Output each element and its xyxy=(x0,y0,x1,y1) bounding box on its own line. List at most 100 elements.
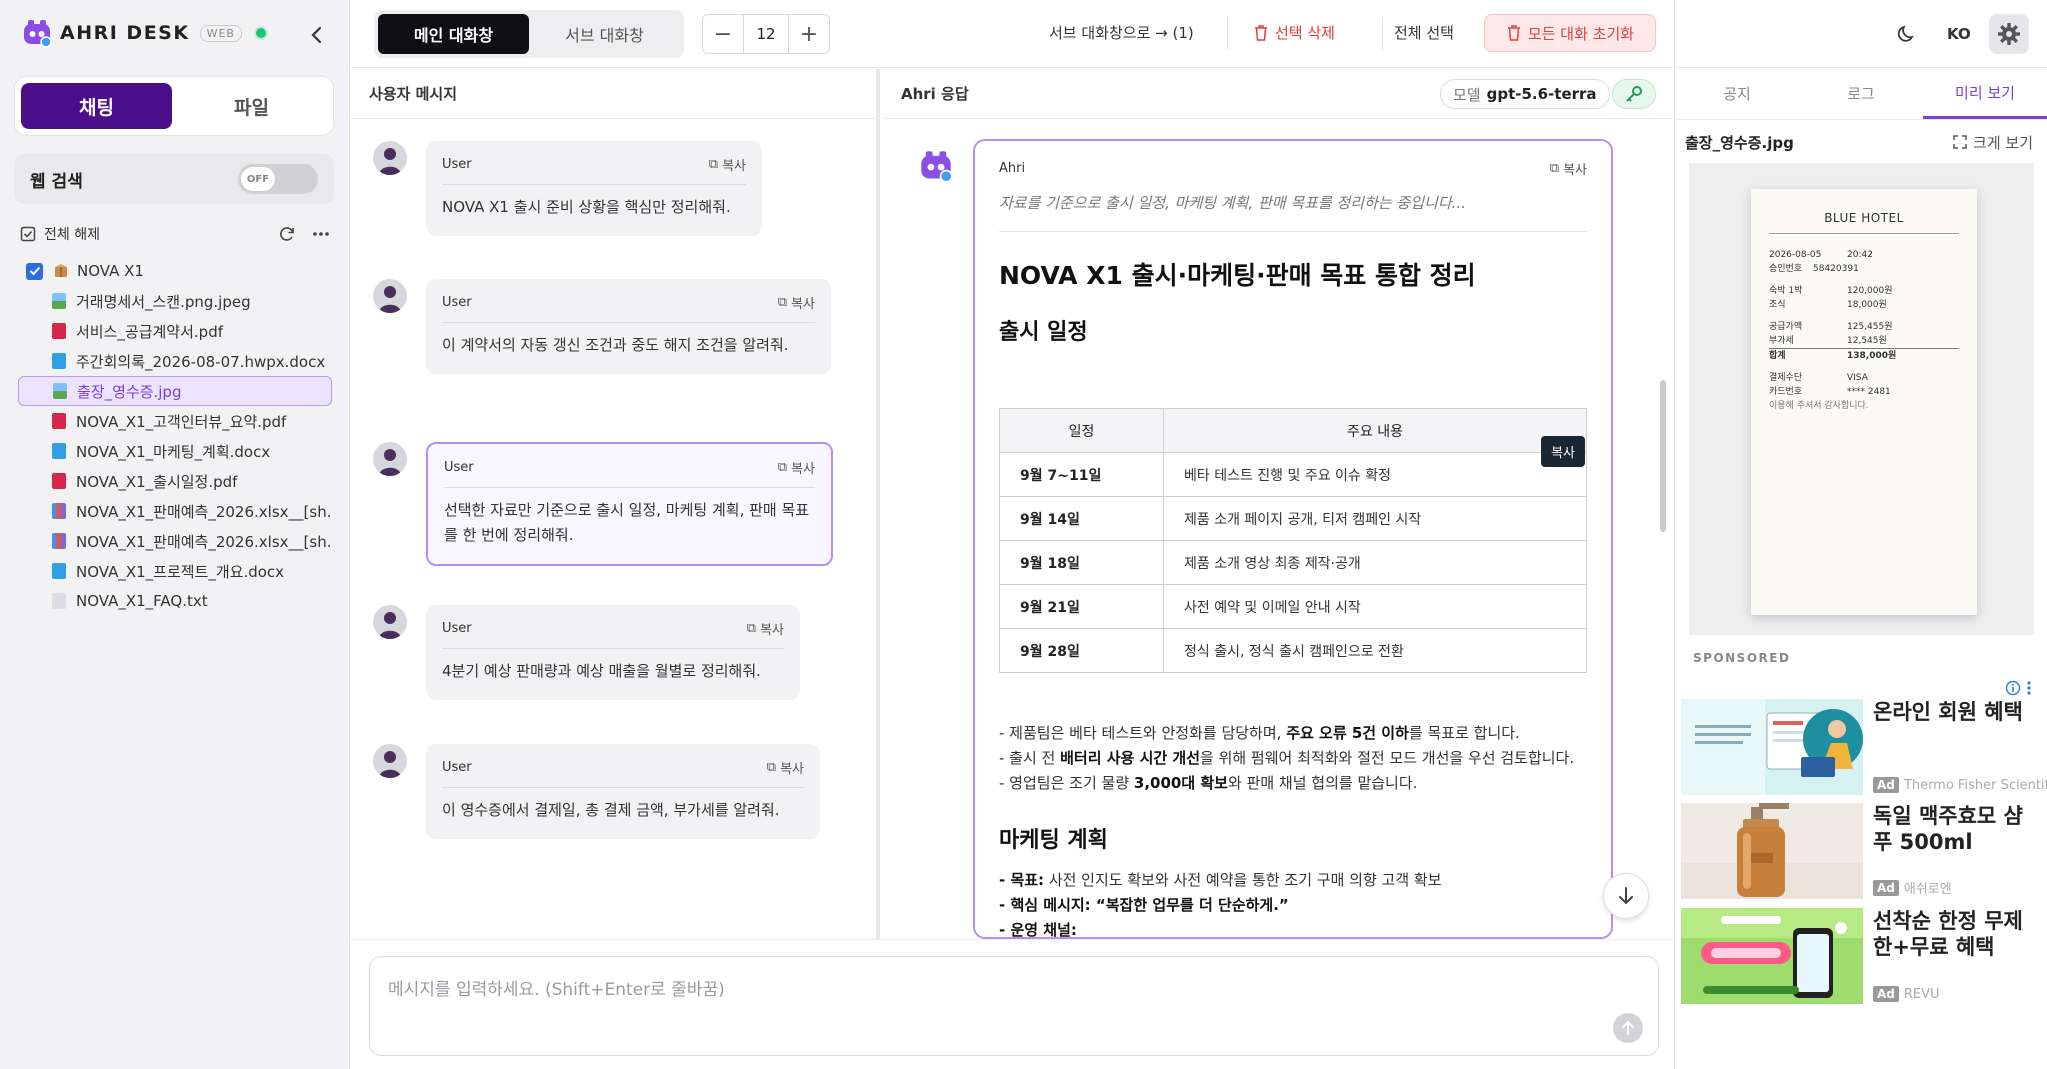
bullet-item: - 목표: 사전 인지도 확보와 사전 예약을 통한 조기 구매 의향 고객 확… xyxy=(999,871,1442,889)
message-bubble[interactable]: User ⧉ 복사 NOVA X1 출시 준비 상황을 핵심만 정리해줘. xyxy=(426,141,762,236)
tree-file[interactable]: NOVA_X1_고객인터뷰_요약.pdf xyxy=(18,406,332,436)
copy-button[interactable]: ⧉ 복사 xyxy=(747,619,784,638)
marketing-notes: - 목표: 사전 인지도 확보와 사전 예약을 통한 조기 구매 의향 고객 확… xyxy=(999,868,1587,939)
tab-main-conversation[interactable]: 메인 대화창 xyxy=(378,14,529,54)
copy-button[interactable]: ⧉ 복사 xyxy=(709,155,746,174)
copy-label: 복사 xyxy=(791,462,815,477)
ad-item[interactable]: 온라인 회원 혜택 Ad Thermo Fisher Scientific xyxy=(1681,699,2047,795)
collapse-sidebar-button[interactable] xyxy=(304,22,330,48)
copy-button[interactable]: ⧉ 복사 xyxy=(778,293,815,312)
checkbox-checked-icon[interactable] xyxy=(26,262,43,280)
sidebar: AHRI DESK WEB 채팅 파일 웹 검색 OFF 전체 해제 NOVA … xyxy=(0,0,350,1069)
ad-source: 애쉬로엔 xyxy=(1903,882,1952,897)
copy-icon: ⧉ xyxy=(708,157,719,172)
tree-root-nova-x1[interactable]: NOVA X1 xyxy=(18,256,332,286)
image-file-icon xyxy=(53,383,67,399)
package-icon xyxy=(53,263,77,279)
bullet-item: - 운영 채널: xyxy=(999,921,1077,939)
bullet-item: - 제품팀은 베타 테스트와 안정화를 담당하며, 주요 오류 5건 이하를 목… xyxy=(999,724,1520,742)
ahri-logo-icon xyxy=(22,18,52,48)
table-cell: 9월 28일 xyxy=(999,628,1164,673)
message-bubble[interactable]: User ⧉ 복사 4분기 예상 판매량과 예상 매출을 월별로 정리해줘. xyxy=(426,605,800,700)
deselect-all-button[interactable]: 전체 해제 xyxy=(44,224,100,244)
copy-button[interactable]: ⧉ 복사 xyxy=(1550,159,1587,178)
tab-log[interactable]: 로그 xyxy=(1799,68,1923,119)
tab-preview[interactable]: 미리 보기 xyxy=(1923,68,2047,119)
ai-response-pane: Ahri 응답 모델 gpt-5.6-terra Ahri ⧉ 복사 자료를 기준… xyxy=(883,69,1673,939)
file-name: 서비스_공급계약서.pdf xyxy=(76,322,223,341)
checklist-icon xyxy=(20,226,36,242)
user-message: User ⧉ 복사 NOVA X1 출시 준비 상황을 핵심만 정리해줘. xyxy=(373,141,762,236)
trash-icon xyxy=(1506,24,1528,42)
right-panel: KO 공지 로그 미리 보기 출장_영수증.jpg 크게 보기 BLUE HOT… xyxy=(1674,0,2047,1069)
user-avatar-icon xyxy=(373,141,407,175)
select-all-button[interactable]: 전체 선택 xyxy=(1394,22,1454,43)
mode-file-button[interactable]: 파일 xyxy=(176,83,327,129)
api-key-button[interactable] xyxy=(1612,79,1656,109)
tree-file[interactable]: 서비스_공급계약서.pdf xyxy=(18,316,332,346)
ad-source: REVU xyxy=(1903,986,1940,1002)
user-message: User ⧉ 복사 4분기 예상 판매량과 예상 매출을 월별로 정리해줘. xyxy=(373,605,800,700)
minus-button[interactable]: − xyxy=(703,15,743,53)
table-copy-button[interactable]: 복사 xyxy=(1541,436,1585,467)
image-preview[interactable]: BLUE HOTEL 2026-08-05 20:42 승인번호 58420391 … xyxy=(1689,163,2034,635)
send-to-sub-button[interactable]: 서브 대화창으로 → (1) xyxy=(1049,22,1194,43)
ai-response-card[interactable]: Ahri ⧉ 복사 자료를 기준으로 출시 일정, 마케팅 계획, 판매 목표를 … xyxy=(973,139,1613,939)
web-search-row: 웹 검색 OFF xyxy=(14,154,334,204)
table-cell: 정식 출시, 정식 출시 캠페인으로 전환 xyxy=(1163,628,1587,673)
tree-file[interactable]: NOVA_X1_마케팅_계획.docx xyxy=(18,436,332,466)
tree-file[interactable]: 주간회의록_2026-08-07.hwpx.docx xyxy=(18,346,332,376)
enlarge-label: 크게 보기 xyxy=(1973,133,2033,152)
web-search-toggle[interactable]: OFF xyxy=(238,164,318,194)
message-bubble[interactable]: User ⧉ 복사 이 영수증에서 결제일, 총 결제 금액, 부가세를 알려줘. xyxy=(426,744,820,839)
scroll-to-bottom-button[interactable] xyxy=(1603,873,1649,919)
receipt-image: BLUE HOTEL 2026-08-05 20:42 승인번호 58420391 … xyxy=(1751,189,1977,615)
send-button[interactable] xyxy=(1613,1013,1643,1043)
more-options-icon[interactable] xyxy=(312,231,330,237)
message-bubble[interactable]: User ⧉ 복사 이 계약서의 자동 갱신 조건과 중도 해지 조건을 알려줘. xyxy=(426,279,831,374)
tree-file[interactable]: NOVA_X1_FAQ.txt xyxy=(18,586,332,616)
tree-file[interactable]: NOVA_X1_프로젝트_개요.docx xyxy=(18,556,332,586)
model-selector[interactable]: 모델 gpt-5.6-terra xyxy=(1440,79,1610,109)
tree-file[interactable]: 거래명세서_스캔.png.jpeg xyxy=(18,286,332,316)
stepper-value[interactable]: 12 xyxy=(743,15,789,53)
message-input[interactable]: 메시지를 입력하세요. (Shift+Enter로 줄바꿈) xyxy=(369,956,1659,1056)
delete-selected-button[interactable]: 선택 삭제 xyxy=(1253,22,1335,43)
message-bubble-selected[interactable]: User ⧉ 복사 선택한 자료만 기준으로 출시 일정, 마케팅 계획, 판매 목… xyxy=(426,442,833,566)
language-button[interactable]: KO xyxy=(1947,25,1971,43)
tab-sub-conversation[interactable]: 서브 대화창 xyxy=(529,14,680,54)
tree-file-selected[interactable]: 출장_영수증.jpg xyxy=(18,376,332,406)
settings-button[interactable] xyxy=(1989,14,2029,54)
tree-file[interactable]: NOVA_X1_판매예측_2026.xlsx__[sh... xyxy=(18,526,332,556)
receipt-line: 숙박 1박 120,000원 xyxy=(1769,286,1893,296)
tree-file[interactable]: NOVA_X1_출시일정.pdf xyxy=(18,466,332,496)
user-message: User ⧉ 복사 이 계약서의 자동 갱신 조건과 중도 해지 조건을 알려줘. xyxy=(373,279,831,374)
arrow-up-icon xyxy=(1622,1020,1634,1035)
info-icon[interactable] xyxy=(2005,680,2021,696)
ad-item[interactable]: 선착순 한정 무제한+무료 혜택 Ad REVU xyxy=(1681,908,2041,1004)
app-badge: WEB xyxy=(199,24,242,42)
tab-notice[interactable]: 공지 xyxy=(1675,68,1799,119)
tree-file[interactable]: NOVA_X1_판매예측_2026.xlsx__[sh... xyxy=(18,496,332,526)
plus-button[interactable]: + xyxy=(789,15,829,53)
gear-icon xyxy=(1998,23,2020,45)
ad-menu-icon[interactable] xyxy=(2027,681,2031,695)
user-message-pane: 사용자 메시지 User ⧉ 복사 NOVA X1 출시 준비 상황을 핵심만 정리… xyxy=(351,69,880,939)
table-row: 9월 7~11일 베타 테스트 진행 및 주요 이슈 확정 xyxy=(999,452,1587,497)
file-name: 출장_영수증.jpg xyxy=(77,382,182,401)
receipt-title: BLUE HOTEL xyxy=(1769,211,1959,234)
enlarge-button[interactable]: 크게 보기 xyxy=(1953,132,2033,153)
copy-button[interactable]: ⧉ 복사 xyxy=(767,758,804,777)
refresh-icon[interactable] xyxy=(278,225,296,243)
dark-mode-icon[interactable] xyxy=(1897,24,1917,44)
message-author: User xyxy=(442,621,472,636)
bullet-item: - 영업팀은 조기 물량 3,000대 확보와 판매 채널 협의를 맡습니다. xyxy=(999,774,1418,792)
copy-button[interactable]: ⧉ 복사 xyxy=(778,458,815,477)
scrollbar[interactable] xyxy=(1660,380,1666,532)
section-heading-schedule: 출시 일정 xyxy=(999,320,1088,345)
mode-chat-button[interactable]: 채팅 xyxy=(21,83,172,129)
reset-all-button[interactable]: 모든 대화 초기화 xyxy=(1484,14,1656,52)
ad-item[interactable]: 독일 맥주효모 샴푸 500ml Ad 애쉬로엔 xyxy=(1681,803,2041,899)
spreadsheet-file-icon xyxy=(52,503,66,519)
copy-label: 복사 xyxy=(780,762,804,777)
